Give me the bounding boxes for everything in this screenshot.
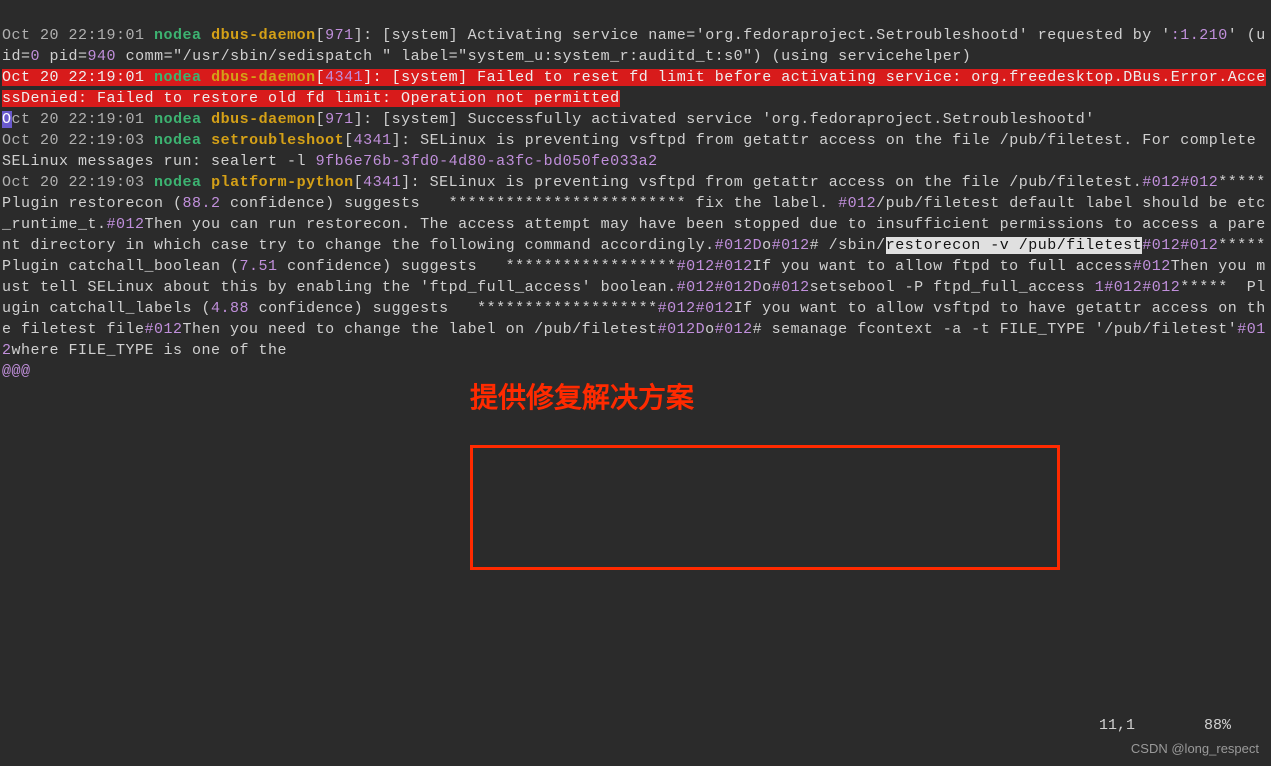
log-host: nodea [154,27,202,44]
cursor-position-indicator: 11,1 [1099,717,1135,734]
vim-status-bar: 11,1 88% [1099,715,1231,736]
restorecon-command: restorecon -v /pub/filetest [886,237,1143,254]
annotation-highlight-box [470,445,1060,570]
annotation-label: 提供修复解决方案 [470,378,694,417]
terminal-log[interactable]: Oct 20 22:19:01 nodea dbus-daemon[971]: … [2,4,1269,382]
log-pid: 971 [325,27,354,44]
log-date: Oct 20 22:19:01 [2,27,145,44]
csdn-watermark: CSDN @long_respect [1131,740,1259,758]
scroll-percentage: 88% [1204,717,1231,734]
log-process: dbus-daemon [211,27,316,44]
log-error-line: Oct 20 22:19:01 nodea dbus-daemon[4341]:… [2,69,1266,107]
cursor-position: O [2,111,12,128]
trailing-indicator: @@@ [2,363,31,380]
